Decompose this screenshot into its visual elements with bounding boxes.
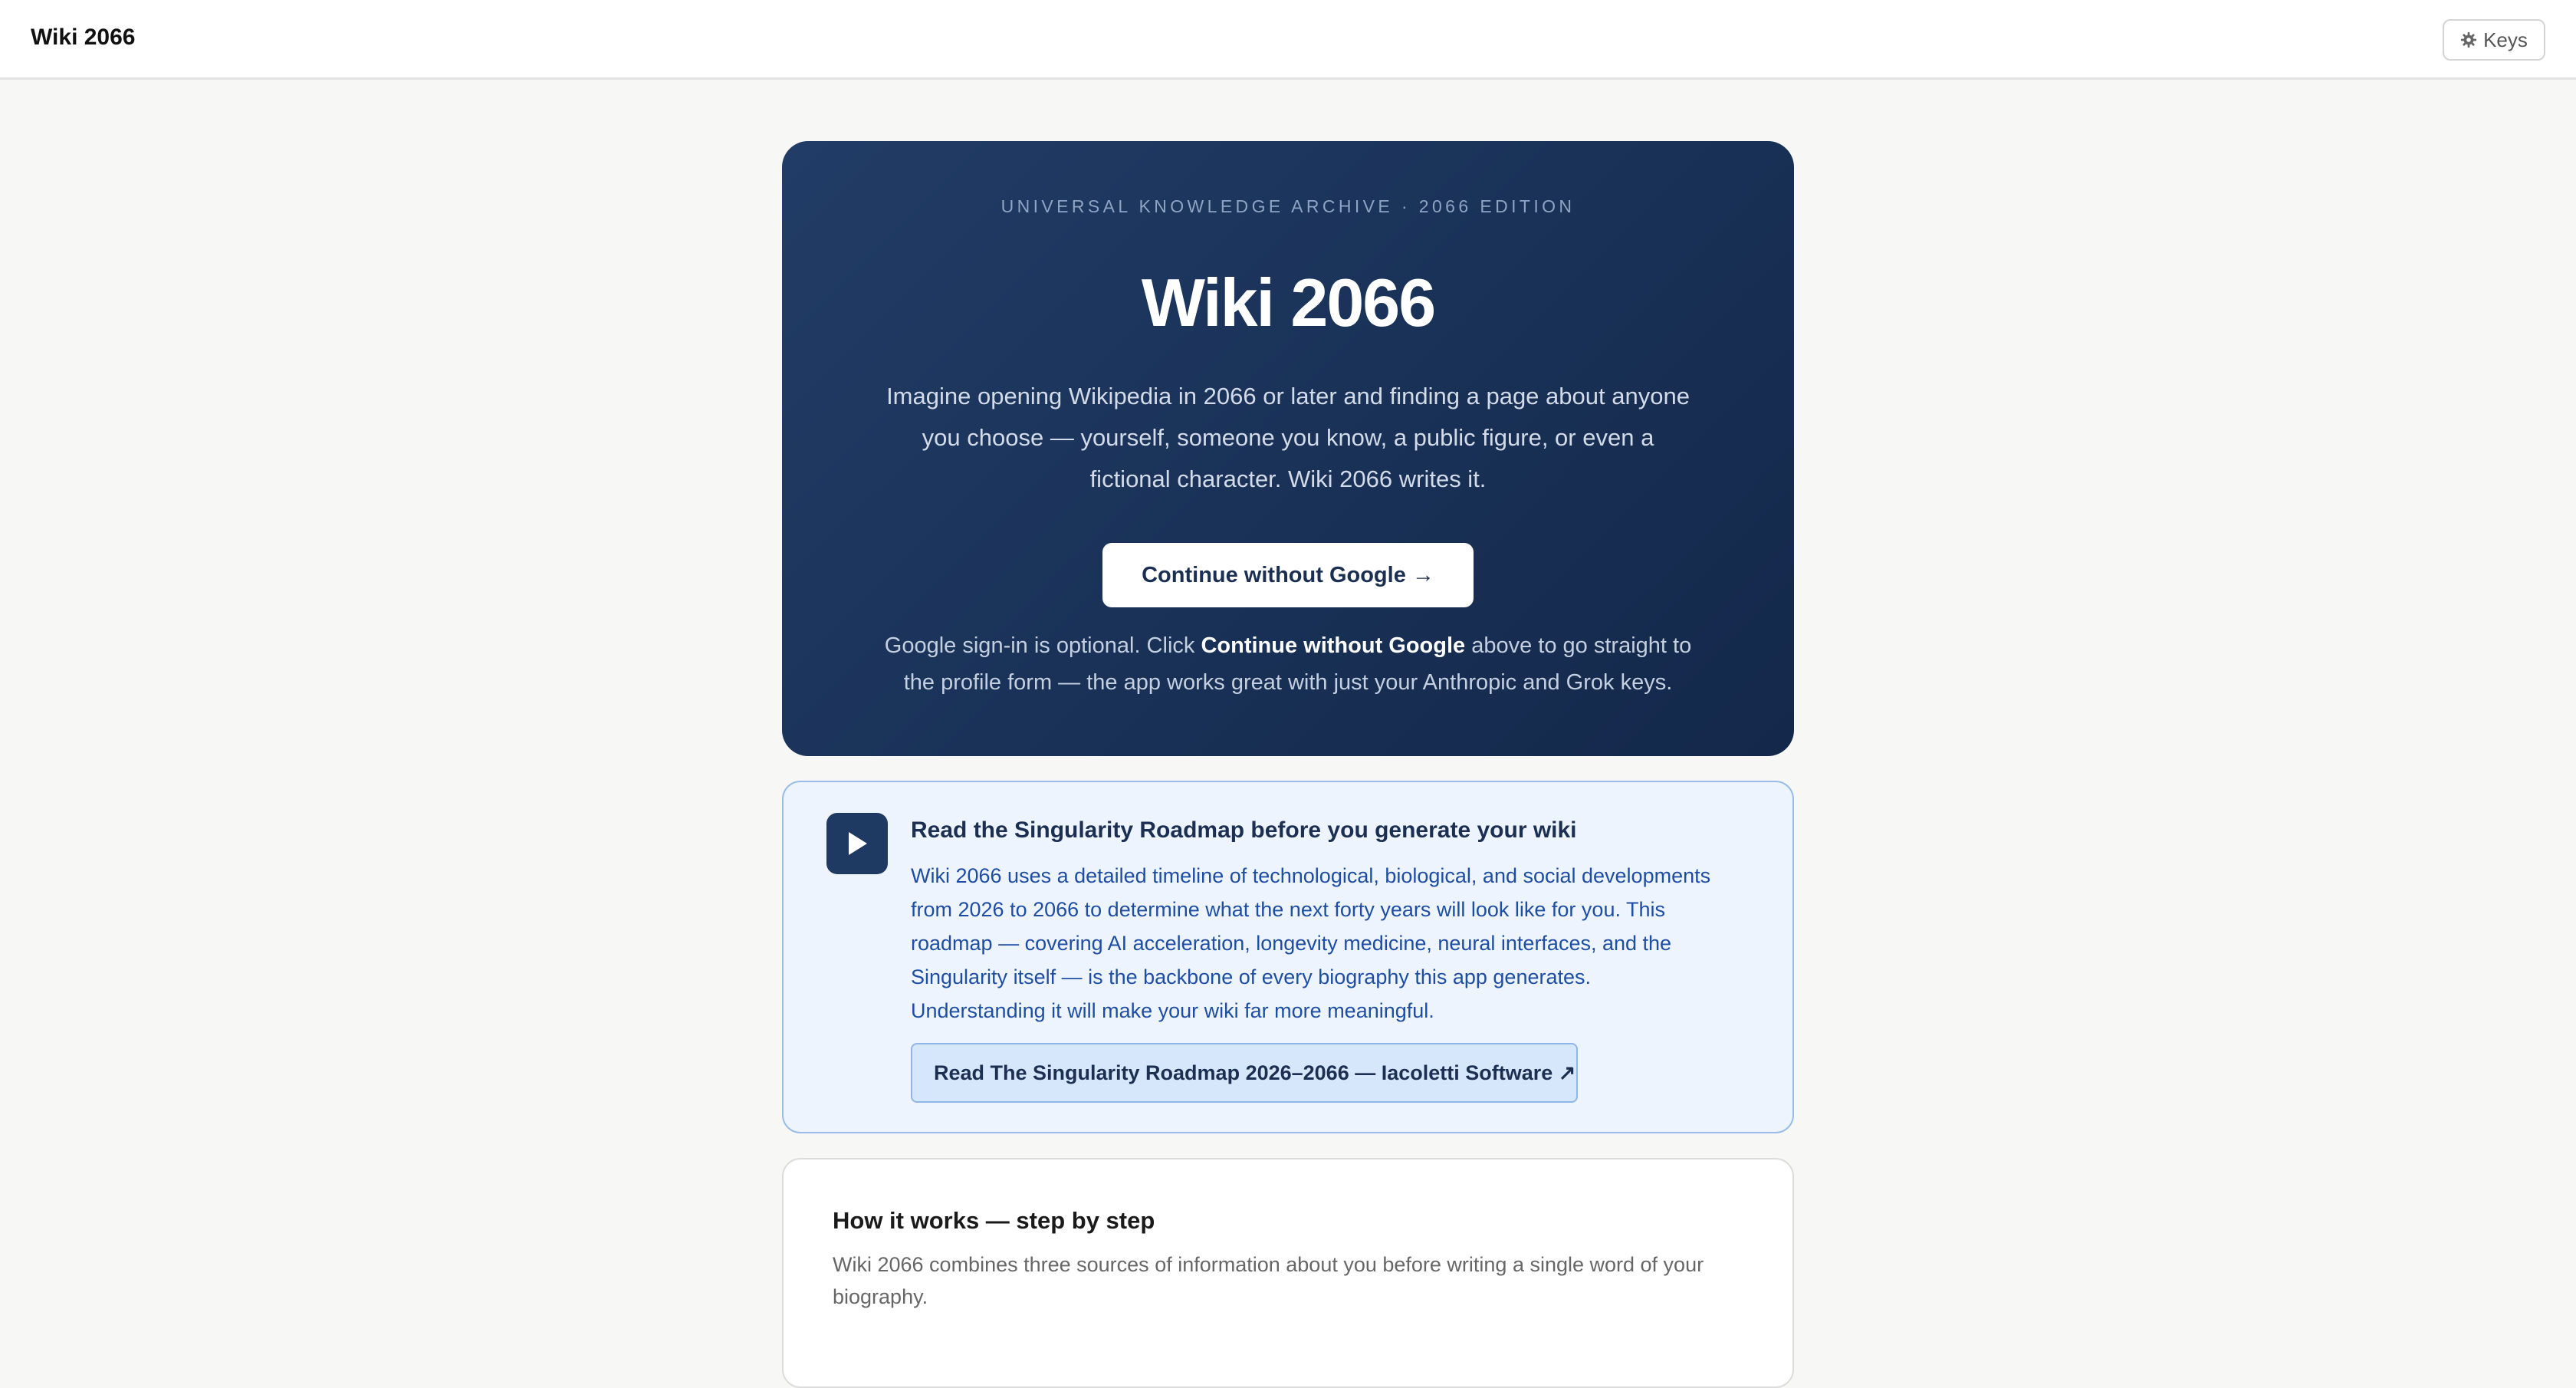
gear-icon xyxy=(2461,31,2477,48)
hero-note-bold: Continue without Google xyxy=(1201,633,1466,658)
roadmap-callout: Read the Singularity Roadmap before you … xyxy=(782,781,1794,1133)
roadmap-title: Read the Singularity Roadmap before you … xyxy=(911,817,1577,843)
hero-description: Imagine opening Wikipedia in 2066 or lat… xyxy=(886,383,1690,492)
brand-title[interactable]: Wiki 2066 xyxy=(31,25,135,51)
how-it-works-description: Wiki 2066 combines three sources of info… xyxy=(833,1253,1704,1308)
play-icon xyxy=(826,813,888,874)
hero-kicker: UNIVERSAL KNOWLEDGE ARCHIVE · 2066 EDITI… xyxy=(1001,196,1576,216)
hero-note: Google sign-in is optional. Click Contin… xyxy=(882,627,1694,701)
how-it-works-title: How it works — step by step xyxy=(833,1207,1155,1234)
how-it-works-card: How it works — step by step Wiki 2066 co… xyxy=(782,1158,1794,1388)
top-bar: Wiki 2066 Keys xyxy=(0,0,2576,80)
keys-button[interactable]: Keys xyxy=(2443,19,2545,61)
hero-title: Wiki 2066 xyxy=(1141,265,1436,340)
roadmap-body: Wiki 2066 uses a detailed timeline of te… xyxy=(911,864,1711,1022)
roadmap-link-button[interactable]: Read The Singularity Roadmap 2026–2066 —… xyxy=(911,1043,1578,1103)
hero-note-text-before: Google sign-in is optional. Click xyxy=(884,633,1201,658)
keys-label: Keys xyxy=(2483,28,2528,51)
continue-without-google-button[interactable]: Continue without Google → xyxy=(1102,543,1474,607)
hero-card: UNIVERSAL KNOWLEDGE ARCHIVE · 2066 EDITI… xyxy=(782,141,1794,756)
